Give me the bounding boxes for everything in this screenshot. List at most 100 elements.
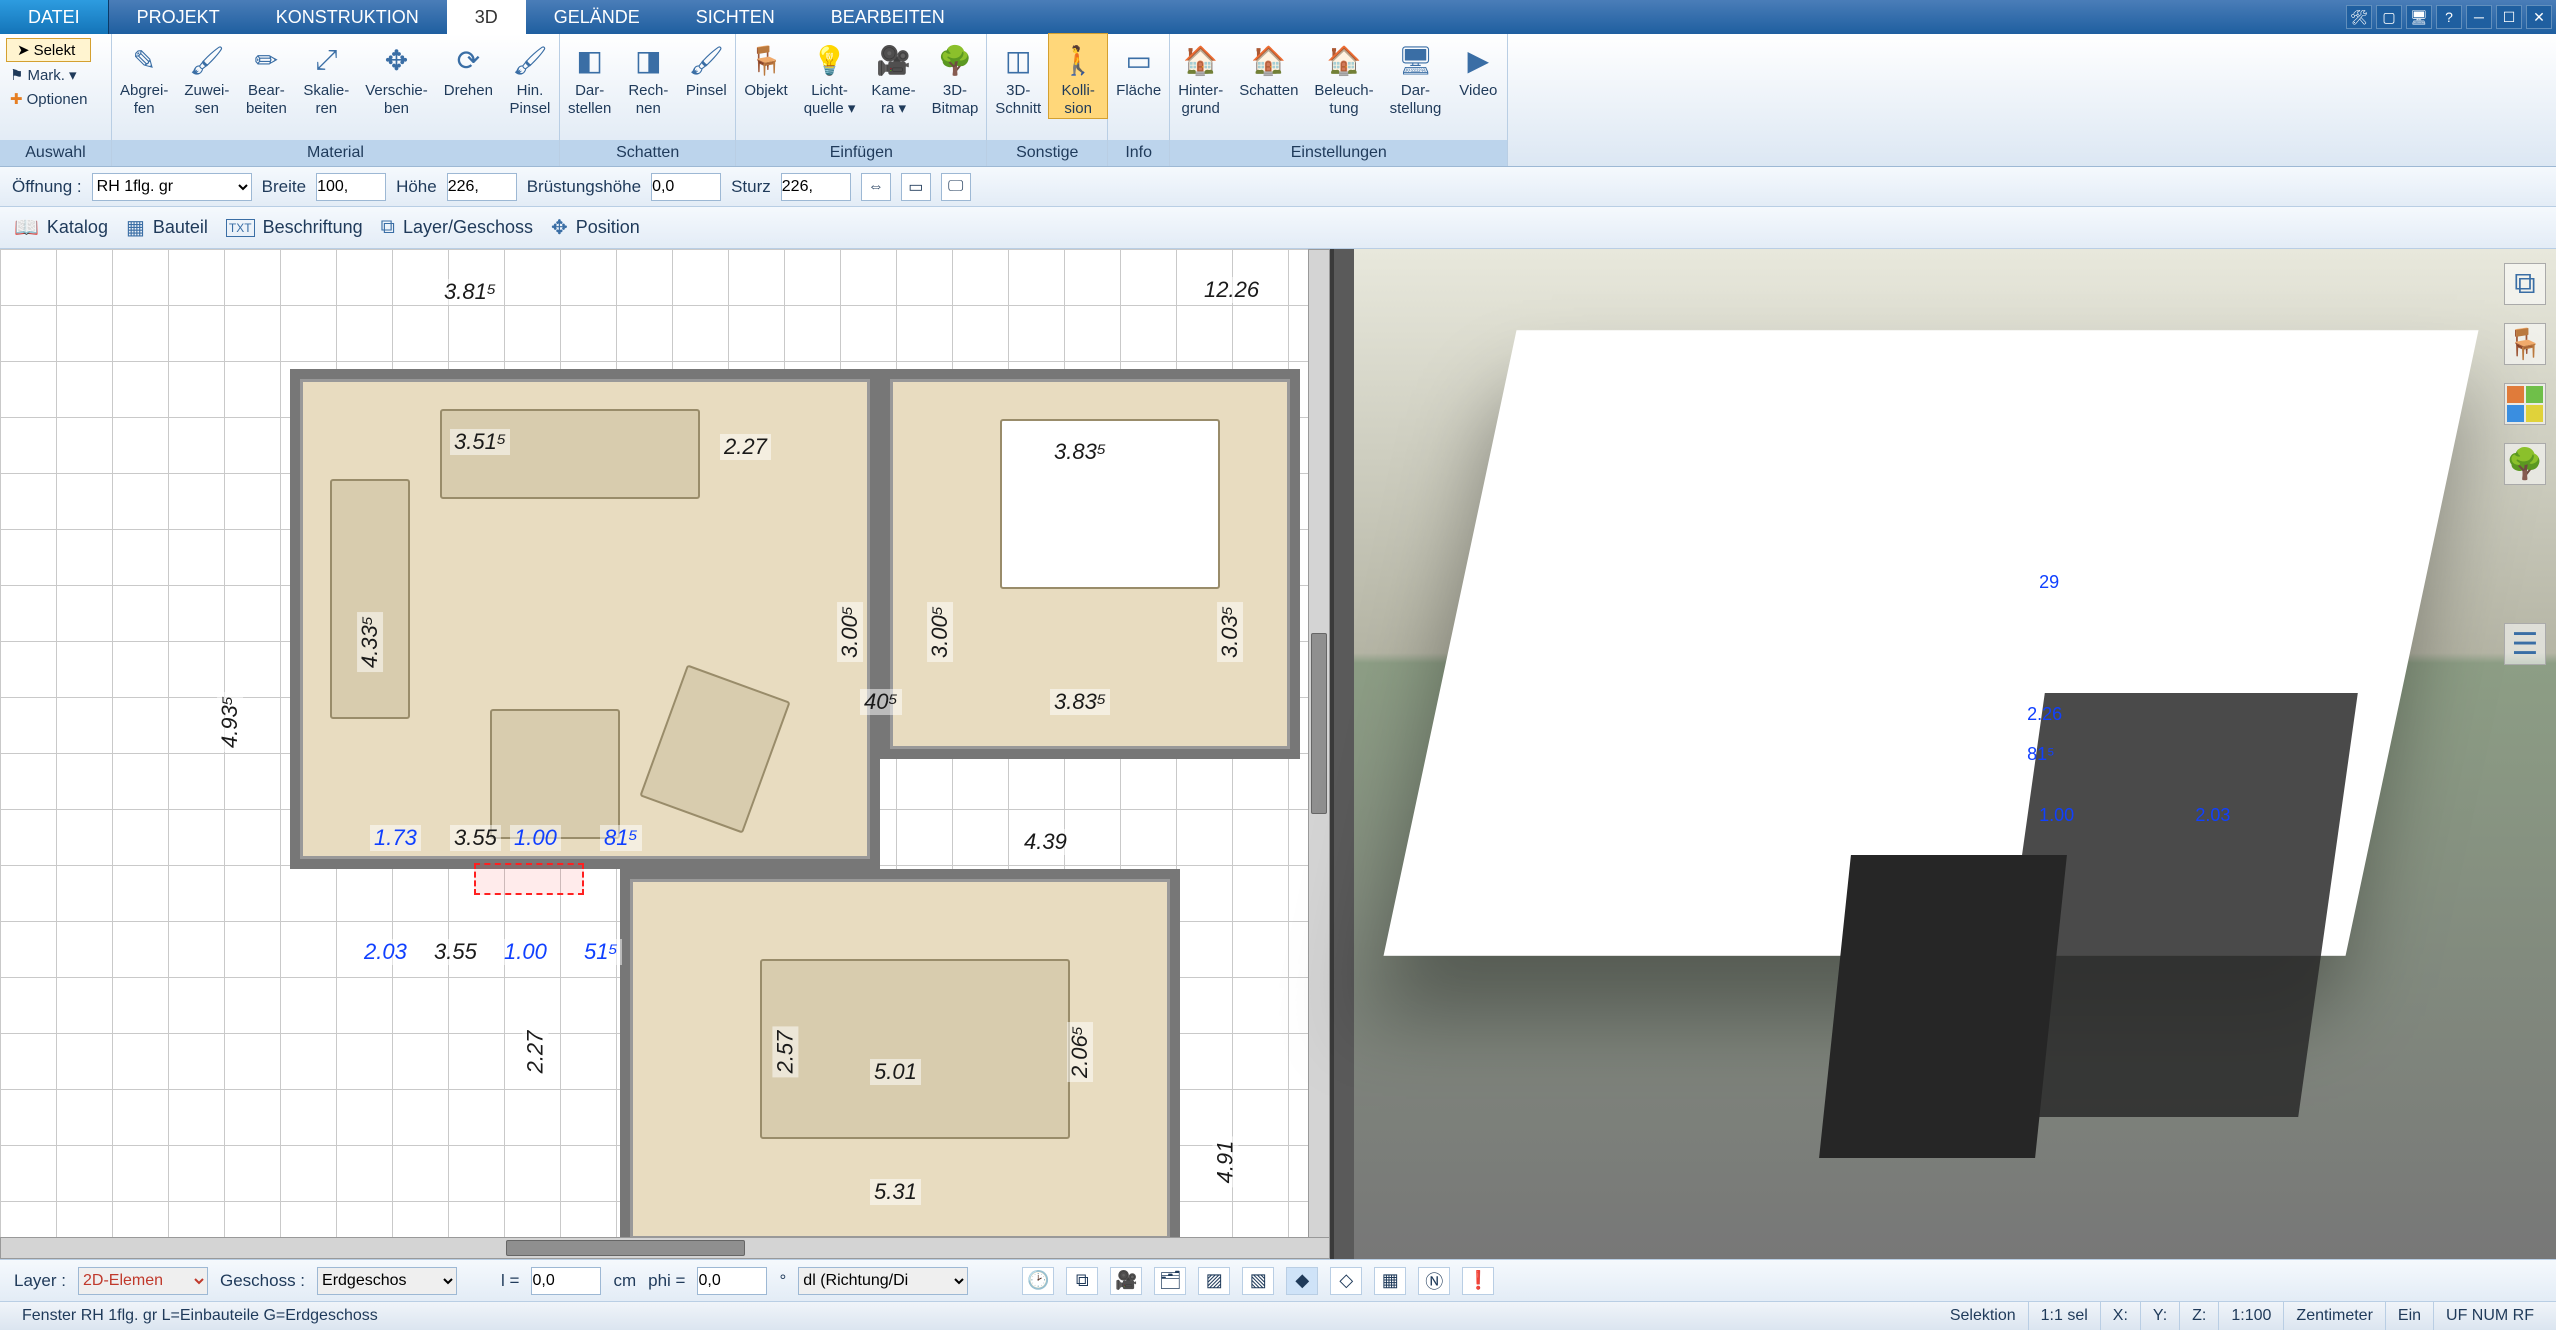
display-icon: 🖥 (1395, 40, 1435, 80)
mode-select[interactable]: dl (Richtung/Di (798, 1267, 968, 1295)
align-button[interactable]: ▭ (901, 173, 931, 201)
hintergrund-button[interactable]: 🏠Hinter- grund (1170, 34, 1231, 118)
verschieben-button[interactable]: ✥Verschie- ben (357, 34, 436, 118)
status-y: Y: (2141, 1302, 2180, 1330)
cube-icon: ◧ (570, 40, 610, 80)
darstellen-button[interactable]: ◧Dar- stellen (560, 34, 619, 118)
bruest-input[interactable] (651, 173, 721, 201)
dim-top1: 3.81⁵ (440, 279, 500, 305)
info-icon[interactable]: ❗ (1462, 1267, 1494, 1295)
tools-icon[interactable]: 🛠 (2346, 5, 2372, 29)
3dschnitt-button[interactable]: ◫3D- Schnitt (987, 34, 1049, 118)
menu-tool[interactable]: ☰ (2504, 623, 2546, 665)
window-icon[interactable]: ▢ (2376, 5, 2402, 29)
minimize-icon[interactable]: ─ (2466, 5, 2492, 29)
dim-l1: 3.51⁵ (450, 429, 510, 455)
maximize-icon[interactable]: ☐ (2496, 5, 2522, 29)
furniture-tool[interactable]: 🪑 (2504, 323, 2546, 365)
drehen-button[interactable]: ⟳Drehen (436, 34, 501, 100)
skalieren-button[interactable]: ⤢Skalie- ren (295, 34, 357, 118)
layers-tool[interactable]: ⧉ (2504, 263, 2546, 305)
component-icon: ▦ (126, 215, 145, 240)
move-icon: ✥ (377, 40, 417, 80)
dim-d2: 2.57 (772, 1027, 798, 1078)
tab-konstruktion[interactable]: KONSTRUKTION (248, 0, 447, 34)
l-unit: cm (613, 1271, 636, 1291)
tree-tool[interactable]: 🌳 (2504, 443, 2546, 485)
bulb-icon: 💡 (810, 40, 850, 80)
pane-divider[interactable] (1330, 249, 1334, 1259)
hatch1-icon[interactable]: ▨ (1198, 1267, 1230, 1295)
screen-button[interactable]: 🖵 (941, 173, 971, 201)
geschoss-select[interactable]: Erdgeschos (317, 1267, 457, 1295)
katalog-button[interactable]: 📖Katalog (14, 215, 108, 240)
tab-projekt[interactable]: PROJEKT (109, 0, 248, 34)
kamera-button[interactable]: 🎥Kame- ra ▾ (863, 34, 923, 118)
beschriftung-button[interactable]: TXTBeschriftung (226, 217, 363, 238)
bruest-label: Brüstungshöhe (527, 177, 641, 197)
dim3d-d: 1.00 (2039, 805, 2074, 826)
selected-opening[interactable] (474, 863, 584, 895)
flip-h-button[interactable]: ⇔ (861, 173, 891, 201)
beleuchtung-button[interactable]: 🏠Beleuch- tung (1306, 34, 1381, 118)
dim-bed2: 3.83⁵ (1050, 689, 1110, 715)
north-icon[interactable]: Ⓝ (1418, 1267, 1450, 1295)
kollision-button[interactable]: 🚶Kolli- sion (1049, 34, 1107, 118)
bauteil-button[interactable]: ▦Bauteil (126, 215, 208, 240)
stack-icon[interactable]: ⧉ (1066, 1267, 1098, 1295)
outline-icon[interactable]: ◇ (1330, 1267, 1362, 1295)
phi-label: phi = (648, 1271, 685, 1291)
3d-view[interactable]: 29 2.26 81⁵ 1.00 2.03 ⧉ 🪑 🌳 ☰ (1354, 249, 2556, 1259)
pinsel-button[interactable]: 🖌Pinsel (677, 34, 735, 100)
lichtquelle-button[interactable]: 💡Licht- quelle ▾ (796, 34, 864, 118)
property-bar: Öffnung : RH 1flg. gr Breite Höhe Brüstu… (0, 167, 2556, 207)
mark-button[interactable]: ⚑Mark. ▾ (6, 64, 91, 86)
darstellung-button[interactable]: 🖥Dar- stellung (1382, 34, 1450, 118)
sturz-input[interactable] (781, 173, 851, 201)
plan-scroll-h[interactable] (0, 1237, 1330, 1259)
l-input[interactable] (531, 1267, 601, 1295)
layers2-icon[interactable]: 🗂 (1154, 1267, 1186, 1295)
breite-input[interactable] (316, 173, 386, 201)
layer-geschoss-button[interactable]: ⧉Layer/Geschoss (381, 216, 533, 239)
bearbeiten-button[interactable]: ✏Bear- beiten (237, 34, 295, 118)
rechnen-button[interactable]: ◨Rech- nen (619, 34, 677, 118)
camera2-icon[interactable]: 🎥 (1110, 1267, 1142, 1295)
layer-label: Layer : (14, 1271, 66, 1291)
plan-scroll-v[interactable] (1308, 249, 1330, 1259)
tab-gelaende[interactable]: GELÄNDE (526, 0, 668, 34)
schatten-button[interactable]: 🏠Schatten (1231, 34, 1306, 100)
tab-bearbeiten[interactable]: BEARBEITEN (803, 0, 973, 34)
position-button[interactable]: ✥Position (551, 215, 640, 240)
video-button[interactable]: ▶Video (1449, 34, 1507, 100)
oeffnung-type[interactable]: RH 1flg. gr (92, 173, 252, 201)
zuweisen-button[interactable]: 🖌Zuwei- sen (176, 34, 237, 118)
grid-icon[interactable]: ▦ (1374, 1267, 1406, 1295)
rotate-icon: ⟳ (448, 40, 488, 80)
camera-icon: 🎥 (874, 40, 914, 80)
hatch2-icon[interactable]: ▧ (1242, 1267, 1274, 1295)
select-button[interactable]: ➤Selekt (6, 38, 91, 62)
optionen-button[interactable]: ✚Optionen (6, 88, 91, 110)
dim-b1: 1.73 (370, 825, 421, 851)
tab-file[interactable]: DATEI (0, 0, 109, 34)
flaeche-button[interactable]: ▭Fläche (1108, 34, 1169, 100)
abgreifen-button[interactable]: ✎Abgrei- fen (112, 34, 176, 118)
ribbon: ➤Selekt ⚑Mark. ▾ ✚Optionen Auswahl ✎Abgr… (0, 34, 2556, 167)
dim-b2: 3.55 (450, 825, 501, 851)
objekt-button[interactable]: 🪑Objekt (736, 34, 795, 100)
3dbitmap-button[interactable]: 🌳3D- Bitmap (924, 34, 987, 118)
hinpinsel-button[interactable]: 🖌Hin. Pinsel (501, 34, 559, 118)
screen-icon[interactable]: 🖥 (2406, 5, 2432, 29)
hoehe-input[interactable] (447, 173, 517, 201)
colors-tool[interactable] (2504, 383, 2546, 425)
tab-sichten[interactable]: SICHTEN (668, 0, 803, 34)
phi-input[interactable] (697, 1267, 767, 1295)
close-icon[interactable]: ✕ (2526, 5, 2552, 29)
tab-3d[interactable]: 3D (447, 0, 526, 34)
plan-view[interactable]: 3.81⁵ 12.26 4.93⁵ 3.51⁵ 2.27 4.33⁵ 3.00⁵… (0, 249, 1330, 1259)
solid-icon[interactable]: ◆ (1286, 1267, 1318, 1295)
layer-select[interactable]: 2D-Elemen (78, 1267, 208, 1295)
help-icon[interactable]: ? (2436, 5, 2462, 29)
clock-icon[interactable]: 🕑 (1022, 1267, 1054, 1295)
